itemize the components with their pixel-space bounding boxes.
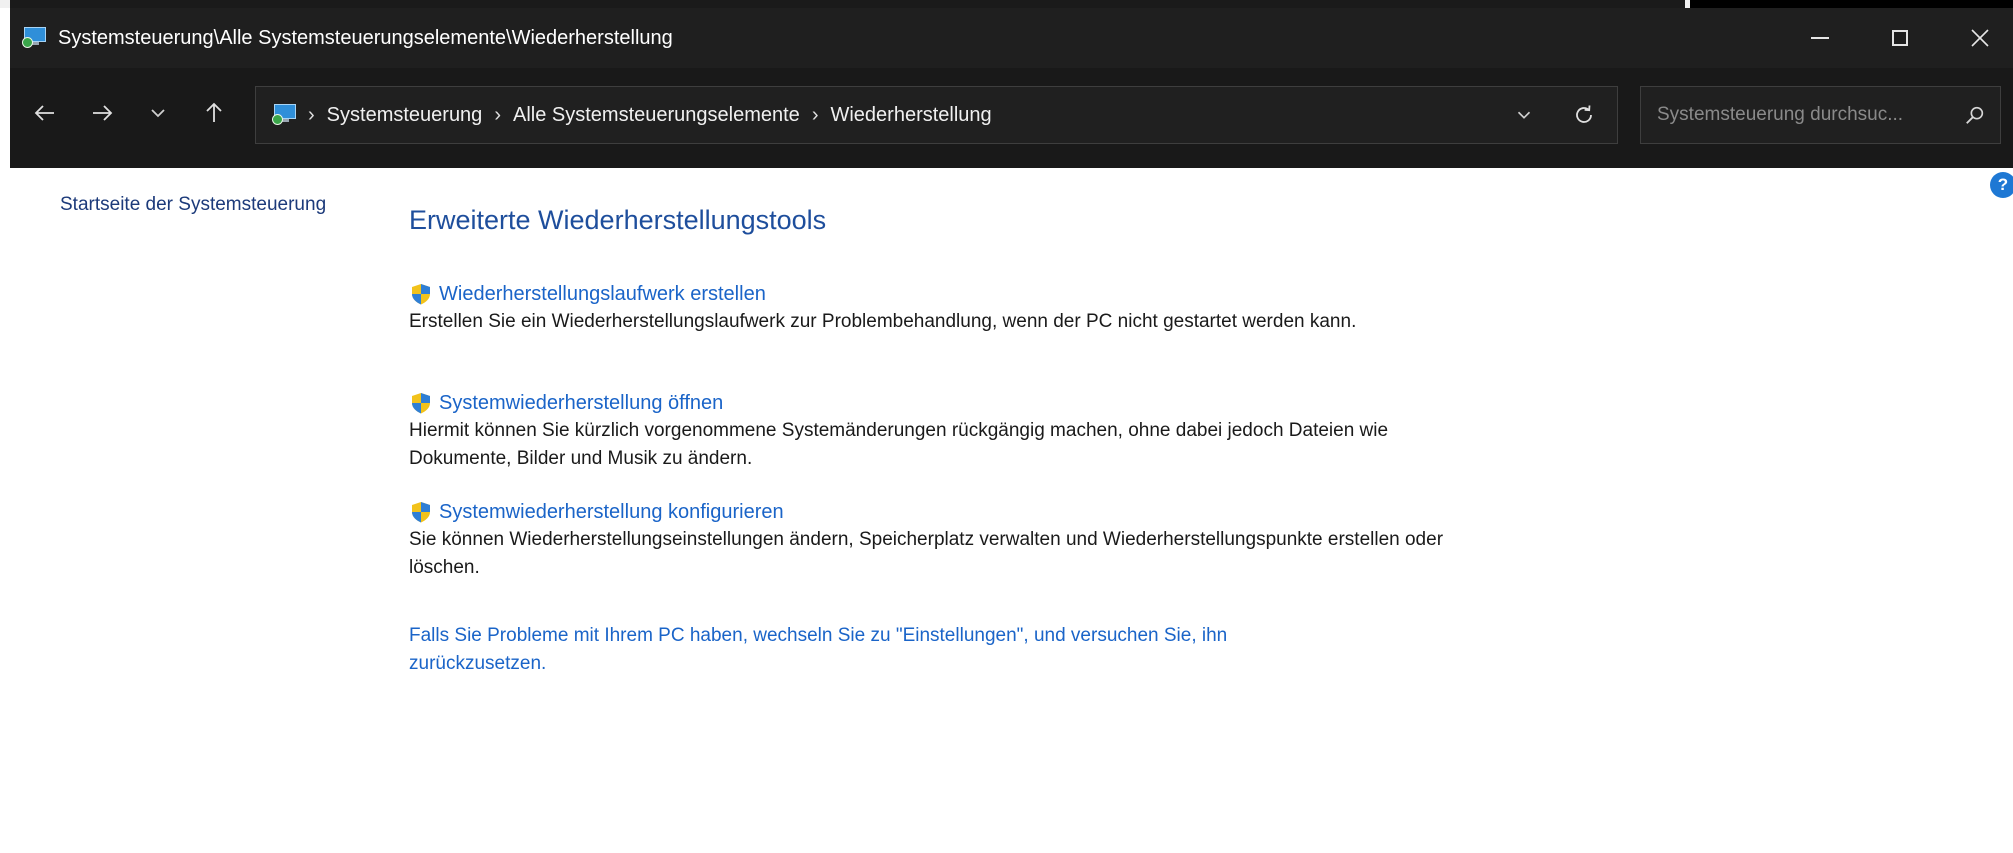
task-link-label[interactable]: Systemwiederherstellung öffnen	[439, 392, 723, 415]
task-link[interactable]: Systemwiederherstellung öffnen	[409, 391, 1459, 415]
breadcrumb-alle-elemente[interactable]: Alle Systemsteuerungselemente	[513, 104, 800, 127]
up-arrow-icon	[206, 102, 222, 122]
breadcrumb-wiederherstellung[interactable]: Wiederherstellung	[830, 104, 991, 127]
chevron-down-icon	[151, 109, 165, 118]
maximize-button[interactable]	[1860, 8, 1940, 68]
task-description: Sie können Wiederherstellungseinstellung…	[409, 529, 1444, 578]
refresh-button[interactable]	[1566, 97, 1602, 133]
back-button[interactable]	[25, 88, 65, 138]
control-panel-icon	[22, 27, 46, 49]
uac-shield-icon	[412, 502, 430, 523]
forward-arrow-icon	[93, 105, 113, 121]
refresh-icon	[1576, 105, 1592, 123]
top-edge	[0, 0, 2013, 10]
task-configure-system-restore: Systemwiederherstellung konfigurieren Si…	[409, 500, 1459, 582]
uac-shield-icon	[412, 393, 430, 414]
search-box[interactable]	[1640, 86, 2001, 144]
forward-button[interactable]	[82, 88, 122, 138]
task-link[interactable]: Systemwiederherstellung konfigurieren	[409, 500, 1459, 524]
breadcrumb-separator[interactable]: ›	[494, 104, 501, 127]
search-icon[interactable]	[1964, 104, 1986, 126]
close-button[interactable]	[1940, 8, 2013, 68]
breadcrumb-separator: ›	[308, 103, 315, 126]
breadcrumb-systemsteuerung[interactable]: Systemsteuerung	[327, 104, 483, 127]
maximize-icon	[1892, 30, 1908, 46]
close-icon	[1971, 29, 1989, 47]
breadcrumb-separator[interactable]: ›	[812, 104, 819, 127]
minimize-icon	[1811, 37, 1829, 39]
chevron-down-icon	[1517, 111, 1531, 119]
control-panel-home-link[interactable]: Startseite der Systemsteuerung	[60, 194, 326, 216]
task-link[interactable]: Wiederherstellungslaufwerk erstellen	[409, 282, 1459, 306]
task-link-label[interactable]: Wiederherstellungslaufwerk erstellen	[439, 283, 766, 306]
window-title: Systemsteuerung\Alle Systemsteuerungsele…	[58, 26, 673, 49]
uac-shield-icon	[412, 284, 430, 305]
address-bar[interactable]: › Systemsteuerung › Alle Systemsteuerung…	[255, 86, 1618, 144]
help-icon[interactable]: ?	[1990, 172, 2013, 198]
task-link-label[interactable]: Systemwiederherstellung konfigurieren	[439, 501, 784, 524]
reset-pc-link[interactable]: Falls Sie Probleme mit Ihrem PC haben, w…	[409, 622, 1329, 678]
task-create-recovery-drive: Wiederherstellungslaufwerk erstellen Ers…	[409, 282, 1459, 336]
task-open-system-restore: Systemwiederherstellung öffnen Hiermit k…	[409, 391, 1459, 473]
task-description: Hiermit können Sie kürzlich vorgenommene…	[409, 420, 1389, 469]
title-bar[interactable]: Systemsteuerung\Alle Systemsteuerungsele…	[10, 8, 2013, 68]
control-panel-icon	[272, 104, 296, 126]
search-input[interactable]	[1655, 103, 1959, 127]
top-edge-dark	[10, 0, 1685, 8]
task-description: Erstellen Sie ein Wiederherstellungslauf…	[409, 311, 1357, 332]
minimize-button[interactable]	[1780, 8, 1860, 68]
page-title: Erweiterte Wiederherstellungstools	[409, 205, 827, 235]
address-dropdown-button[interactable]	[1506, 97, 1542, 133]
back-arrow-icon	[34, 105, 54, 121]
recent-locations-button[interactable]	[138, 88, 178, 138]
navigation-bar: › Systemsteuerung › Alle Systemsteuerung…	[10, 68, 2013, 168]
up-button[interactable]	[194, 88, 234, 138]
